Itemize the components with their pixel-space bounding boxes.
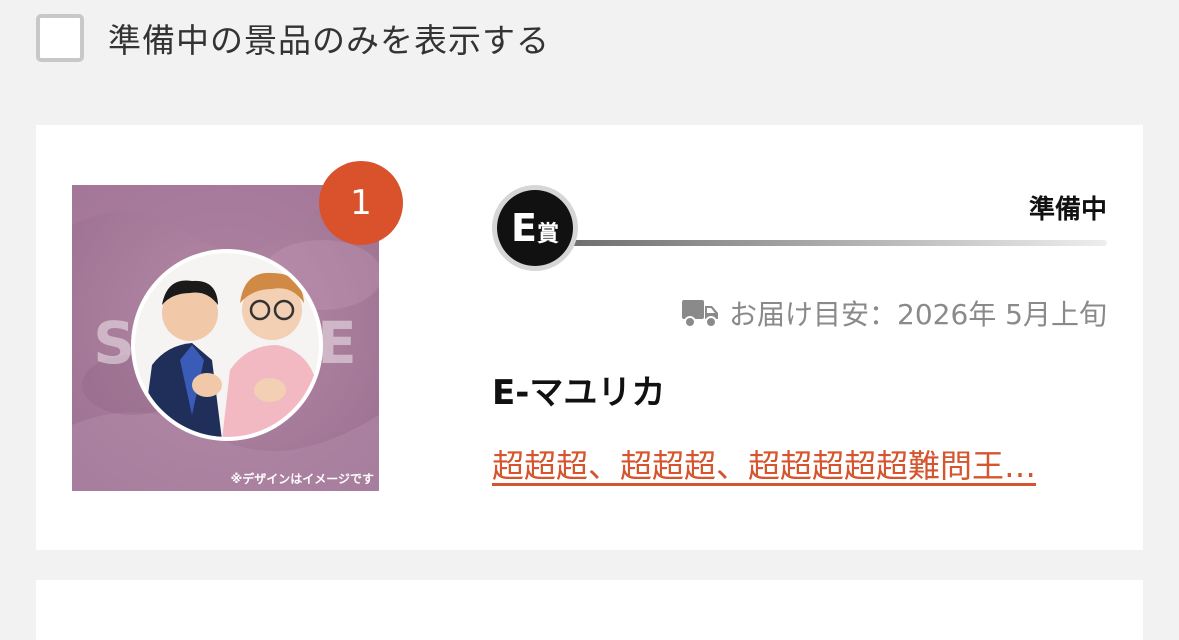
- grade-badge: E賞: [492, 185, 578, 271]
- status-badge: 準備中: [1028, 195, 1107, 225]
- design-note: ※デザインはイメージです: [231, 471, 374, 486]
- grade-divider: [552, 240, 1107, 246]
- prize-name: E-マユリカ: [492, 373, 666, 413]
- next-prize-card: [36, 580, 1143, 640]
- grade-header: E賞 準備中: [492, 185, 1107, 275]
- preparing-only-checkbox[interactable]: [36, 14, 84, 62]
- truck-icon: [682, 300, 719, 328]
- quantity-badge: 1: [319, 161, 403, 245]
- preparing-only-filter[interactable]: 準備中の景品のみを表示する: [36, 10, 550, 66]
- grade-letter: E: [511, 206, 537, 250]
- prize-title-link[interactable]: 超超超、超超超、超超超超超難問王…: [492, 441, 1107, 487]
- delivery-estimate: お届け目安：2026年 5月上旬: [681, 293, 1107, 333]
- delivery-label: お届け目安：2026年 5月上旬: [729, 298, 1107, 331]
- prize-card: SAMPLE ※デザインはイメージです 1 E賞: [36, 125, 1143, 550]
- grade-suffix: 賞: [536, 222, 559, 247]
- preparing-only-label[interactable]: 準備中の景品のみを表示する: [108, 14, 550, 62]
